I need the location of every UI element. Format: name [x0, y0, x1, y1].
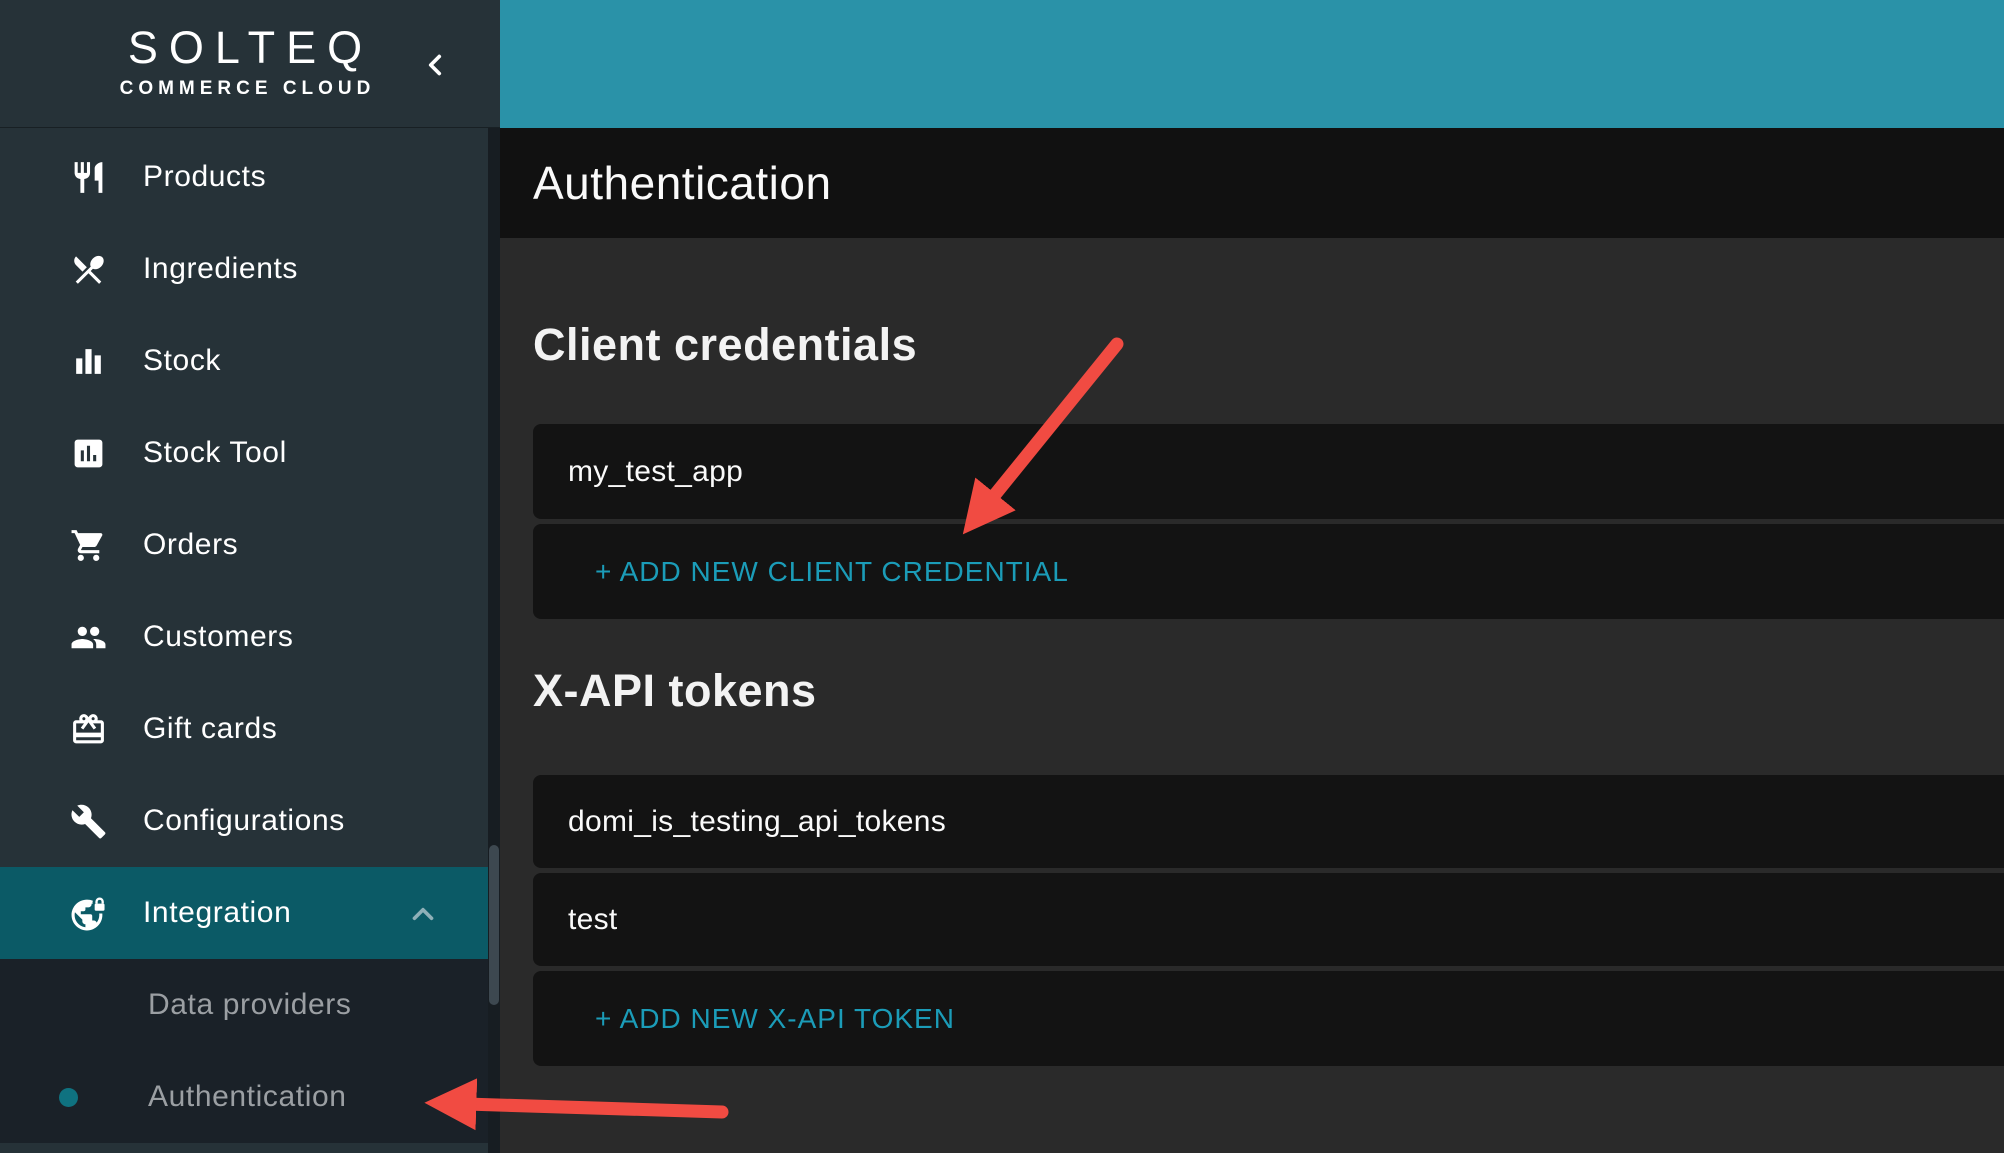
sidebar-item-orders[interactable]: Orders — [0, 499, 488, 591]
active-bullet-icon — [59, 1088, 78, 1107]
sidebar-item-authentication[interactable]: Authentication — [0, 1051, 488, 1143]
section-title-x-api-tokens: X-API tokens — [533, 664, 817, 718]
page-header: Authentication — [500, 128, 2004, 238]
bar-chart-icon — [70, 343, 107, 380]
main-area: Authentication Client credentials my_tes… — [500, 0, 2004, 1153]
section-title-client-credentials: Client credentials — [533, 318, 917, 372]
subitem-label: Data providers — [148, 988, 352, 1022]
sidebar-item-products[interactable]: Products — [0, 131, 488, 223]
sidebar-item-label: Integration — [143, 896, 291, 930]
sidebar-item-integration[interactable]: Integration — [0, 867, 488, 959]
wrench-icon — [70, 803, 107, 840]
sidebar-item-gift-cards[interactable]: Gift cards — [0, 683, 488, 775]
x-api-token-name: test — [568, 903, 618, 937]
page-title: Authentication — [533, 156, 832, 210]
assessment-icon — [70, 435, 107, 472]
add-client-credential-row[interactable]: + ADD NEW CLIENT CREDENTIAL — [533, 524, 2004, 619]
sidebar-item-label: Customers — [143, 620, 293, 654]
add-new-client-credential-link[interactable]: + ADD NEW CLIENT CREDENTIAL — [595, 556, 1069, 588]
sidebar-item-customers[interactable]: Customers — [0, 591, 488, 683]
integration-submenu: Data providers Authentication — [0, 959, 488, 1143]
sidebar-item-label: Stock — [143, 344, 221, 378]
sidebar-scrollbar-thumb[interactable] — [489, 845, 499, 1005]
sidebar-item-stock[interactable]: Stock — [0, 315, 488, 407]
brand-name: SOLTEQ — [90, 22, 400, 74]
sidebar-item-label: Orders — [143, 528, 238, 562]
subitem-label: Authentication — [148, 1080, 347, 1114]
sidebar-item-label: Gift cards — [143, 712, 277, 746]
restaurant-menu-icon — [70, 251, 107, 288]
client-credential-row[interactable]: my_test_app — [533, 424, 2004, 519]
chevron-up-icon[interactable] — [406, 897, 440, 931]
group-icon — [70, 619, 107, 656]
sidebar-item-label: Stock Tool — [143, 436, 287, 470]
sidebar-item-ingredients[interactable]: Ingredients — [0, 223, 488, 315]
logo-area: SOLTEQ COMMERCE CLOUD — [0, 0, 500, 128]
chevron-left-icon — [418, 69, 452, 86]
globe-lock-icon — [70, 895, 107, 932]
client-credential-name: my_test_app — [568, 455, 743, 489]
sidebar-item-data-providers[interactable]: Data providers — [0, 959, 488, 1051]
shopping-cart-icon — [70, 527, 107, 564]
sidebar-collapse-button[interactable] — [418, 48, 452, 82]
x-api-token-name: domi_is_testing_api_tokens — [568, 805, 946, 839]
sidebar-item-stock-tool[interactable]: Stock Tool — [0, 407, 488, 499]
sidebar-item-label: Products — [143, 160, 266, 194]
restaurant-icon — [70, 159, 107, 196]
sidebar-item-label: Ingredients — [143, 252, 298, 286]
sidebar-item-label: Configurations — [143, 804, 345, 838]
gift-card-icon — [70, 711, 107, 748]
add-new-x-api-token-link[interactable]: + ADD NEW X-API TOKEN — [595, 1003, 955, 1035]
x-api-token-row[interactable]: domi_is_testing_api_tokens — [533, 775, 2004, 868]
top-appbar — [500, 0, 2004, 128]
x-api-token-row[interactable]: test — [533, 873, 2004, 966]
app-window: SOLTEQ COMMERCE CLOUD Products Ingre — [0, 0, 2004, 1153]
brand-logo: SOLTEQ COMMERCE CLOUD — [90, 22, 400, 102]
brand-subtitle: COMMERCE CLOUD — [90, 76, 400, 102]
sidebar: SOLTEQ COMMERCE CLOUD Products Ingre — [0, 0, 500, 1153]
sidebar-item-configurations[interactable]: Configurations — [0, 775, 488, 867]
add-x-api-token-row[interactable]: + ADD NEW X-API TOKEN — [533, 971, 2004, 1066]
sidebar-nav: Products Ingredients Stock Stock Tool — [0, 131, 488, 959]
